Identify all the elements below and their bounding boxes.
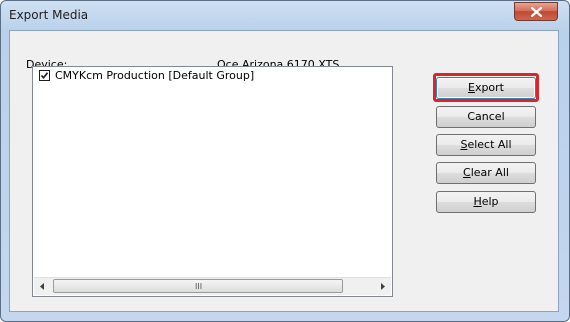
arrow-right-icon: [381, 283, 385, 290]
close-icon: [531, 7, 542, 17]
scroll-grip: III: [195, 282, 203, 291]
select-all-button[interactable]: Select All: [436, 134, 536, 156]
clear-all-mnemonic: C: [463, 166, 471, 179]
close-button[interactable]: [514, 2, 558, 21]
list-item[interactable]: CMYKcm Production [Default Group]: [39, 68, 254, 82]
export-label-rest: xport: [474, 81, 504, 94]
title-bar[interactable]: Export Media: [1, 1, 569, 29]
scroll-left-button[interactable]: [34, 278, 51, 295]
help-label-rest: elp: [481, 195, 499, 208]
media-list[interactable]: CMYKcm Production [Default Group] III: [32, 66, 393, 297]
clear-all-button[interactable]: Clear All: [436, 162, 536, 184]
export-button[interactable]: Export: [436, 77, 536, 99]
scroll-right-button[interactable]: [374, 278, 391, 295]
dialog-title: Export Media: [9, 8, 89, 22]
select-all-label-rest: elect All: [467, 138, 512, 151]
cancel-label: Cancel: [467, 110, 505, 123]
list-item-label: CMYKcm Production [Default Group]: [55, 68, 255, 82]
help-button[interactable]: Help: [436, 191, 536, 213]
clear-all-label-rest: lear All: [470, 166, 509, 179]
media-checkbox[interactable]: [39, 69, 50, 81]
cancel-button[interactable]: Cancel: [436, 106, 536, 128]
arrow-left-icon: [40, 283, 44, 290]
scroll-thumb[interactable]: III: [53, 279, 343, 293]
export-mnemonic: E: [467, 81, 475, 94]
help-mnemonic: H: [473, 195, 482, 208]
horizontal-scrollbar[interactable]: III: [34, 277, 391, 295]
checkmark-icon: [40, 71, 49, 79]
